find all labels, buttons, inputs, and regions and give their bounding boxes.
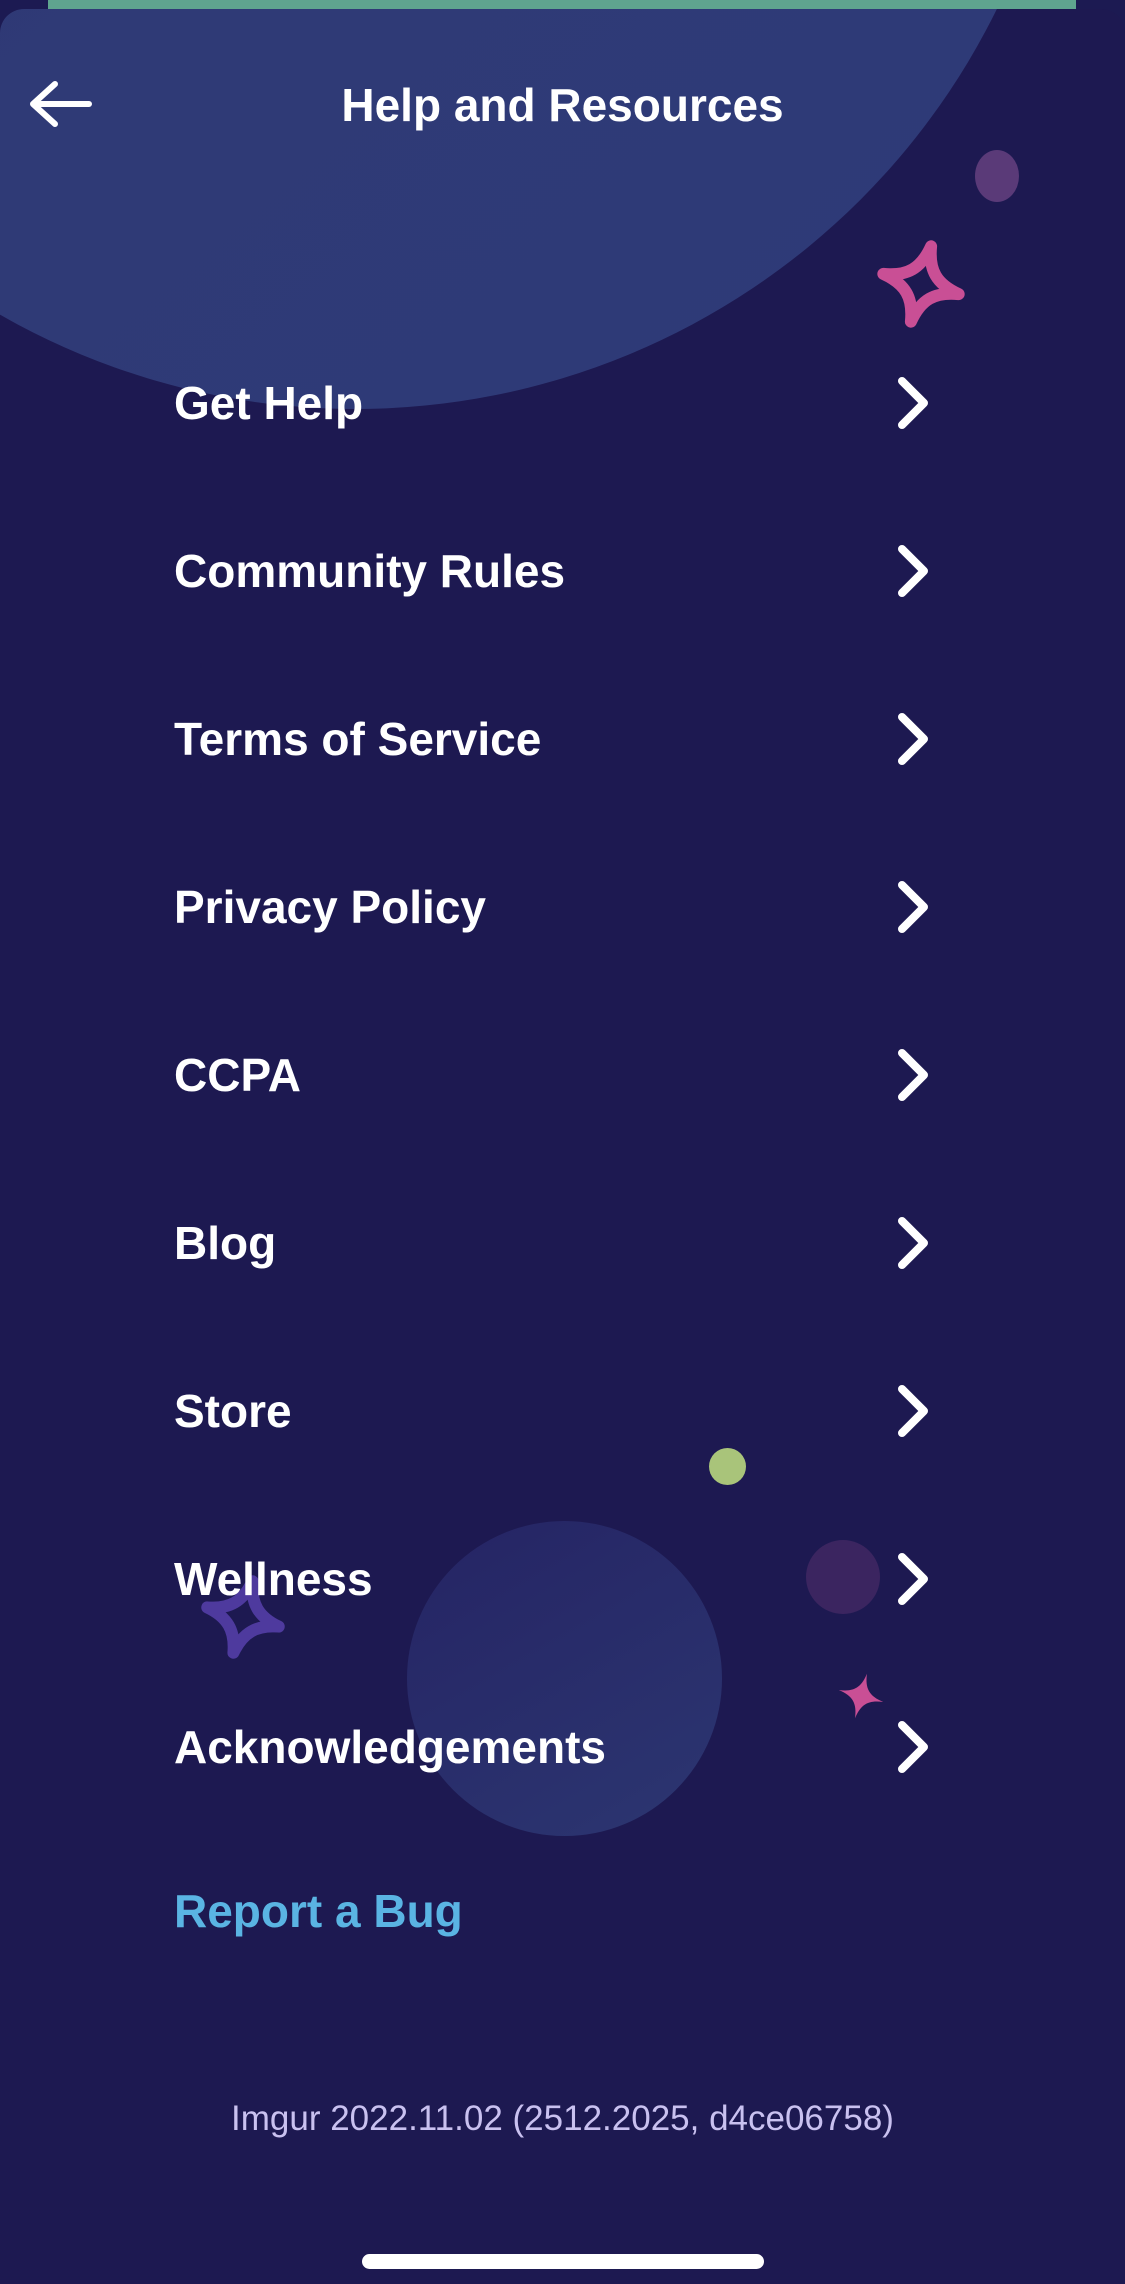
menu-item-label: Privacy Policy bbox=[174, 881, 486, 933]
menu-item-get-help[interactable]: Get Help bbox=[0, 319, 1125, 487]
chevron-right-icon bbox=[898, 545, 928, 597]
menu-item-label: Acknowledgements bbox=[174, 1721, 606, 1773]
help-menu-list: Get Help Community Rules Terms of Servic… bbox=[0, 319, 1125, 1831]
menu-item-label: Wellness bbox=[174, 1553, 373, 1605]
page-title: Help and Resources bbox=[341, 79, 784, 131]
chevron-right-icon bbox=[898, 1553, 928, 1605]
help-resources-sheet: Help and Resources Get Help Community Ru… bbox=[0, 9, 1125, 2284]
chevron-right-icon bbox=[898, 881, 928, 933]
menu-item-privacy-policy[interactable]: Privacy Policy bbox=[0, 823, 1125, 991]
menu-item-label: CCPA bbox=[174, 1049, 301, 1101]
report-bug-link[interactable]: Report a Bug bbox=[174, 1881, 463, 1941]
home-indicator[interactable] bbox=[362, 2254, 764, 2269]
menu-item-label: Terms of Service bbox=[174, 713, 542, 765]
menu-item-ccpa[interactable]: CCPA bbox=[0, 991, 1125, 1159]
chevron-right-icon bbox=[898, 1049, 928, 1101]
header: Help and Resources bbox=[0, 9, 1125, 204]
menu-item-wellness[interactable]: Wellness bbox=[0, 1495, 1125, 1663]
menu-item-terms-of-service[interactable]: Terms of Service bbox=[0, 655, 1125, 823]
menu-item-acknowledgements[interactable]: Acknowledgements bbox=[0, 1663, 1125, 1831]
chevron-right-icon bbox=[898, 1385, 928, 1437]
chevron-right-icon bbox=[898, 377, 928, 429]
chevron-right-icon bbox=[898, 713, 928, 765]
menu-item-store[interactable]: Store bbox=[0, 1327, 1125, 1495]
chevron-right-icon bbox=[898, 1217, 928, 1269]
menu-item-label: Community Rules bbox=[174, 545, 566, 597]
menu-item-label: Blog bbox=[174, 1217, 277, 1269]
app-version-text: Imgur 2022.11.02 (2512.2025, d4ce06758) bbox=[231, 2099, 894, 2138]
screen: Help and Resources Get Help Community Ru… bbox=[0, 0, 1125, 2284]
menu-item-blog[interactable]: Blog bbox=[0, 1159, 1125, 1327]
menu-item-label: Get Help bbox=[174, 377, 364, 429]
menu-item-label: Store bbox=[174, 1385, 292, 1437]
menu-item-community-rules[interactable]: Community Rules bbox=[0, 487, 1125, 655]
sparkle-icon bbox=[877, 240, 965, 328]
chevron-right-icon bbox=[898, 1721, 928, 1773]
